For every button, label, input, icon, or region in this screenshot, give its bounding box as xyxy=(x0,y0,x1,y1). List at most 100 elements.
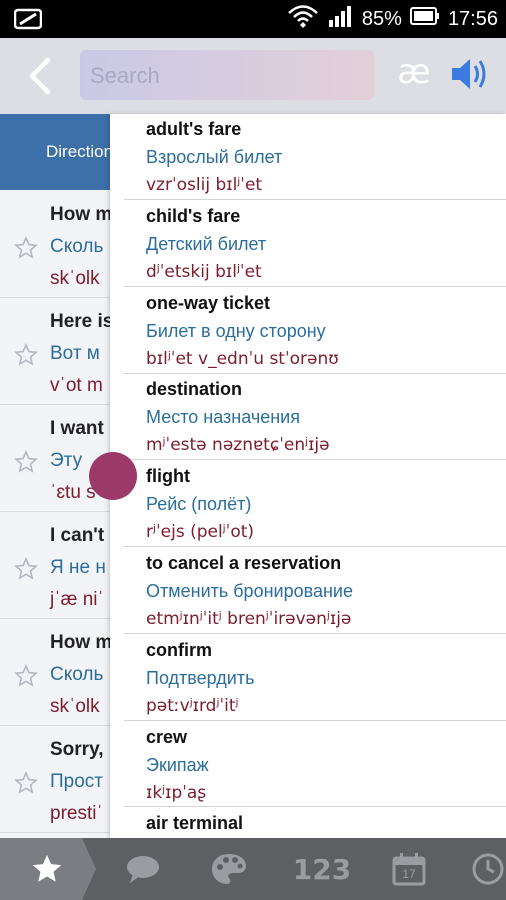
sim-card-icon xyxy=(13,8,43,35)
list-item[interactable]: I want Эту ˈɛtu s xyxy=(0,404,110,512)
suggestion-dropdown[interactable]: adult's fare Взрослый билет vzrˈoslij bɪ… xyxy=(110,114,506,838)
star-icon[interactable] xyxy=(14,664,38,688)
phrase-text: I want xyxy=(50,418,104,439)
suggestion-item[interactable]: child's fare Детский билет dʲˈetskij bɪl… xyxy=(110,201,506,287)
directions-header[interactable]: Direction xyxy=(0,114,114,190)
suggestion-russian: Рейс (полёт) xyxy=(146,494,252,514)
phonetic-text: ˈɛtu s xyxy=(50,482,96,503)
toolbar: æ xyxy=(0,38,506,114)
suggestion-item[interactable]: to cancel a reservation Отменить брониро… xyxy=(110,548,506,634)
suggestion-russian: Взрослый билет xyxy=(146,147,283,167)
suggestion-russian: Экипаж xyxy=(146,755,209,775)
russian-text: Сколь xyxy=(50,664,104,685)
divider xyxy=(124,806,506,807)
numbers-icon: 123 xyxy=(292,852,352,886)
suggestion-item[interactable]: confirm Подтвердить pətːvʲɪrdʲˈitʲ xyxy=(110,635,506,721)
russian-text: Я не н xyxy=(50,557,106,578)
list-item[interactable]: Here is Вот м vˈot m xyxy=(0,297,114,405)
suggestion-item[interactable]: flight Рейс (полёт) rʲˈejs (pelʲˈot) xyxy=(110,461,506,547)
speaker-icon xyxy=(452,59,486,89)
speaker-button[interactable] xyxy=(448,52,492,96)
suggestion-word: adult's fare xyxy=(146,119,242,139)
phrase-text: How m xyxy=(50,204,113,225)
star-icon[interactable] xyxy=(14,343,38,367)
tab-numbers[interactable]: 123 xyxy=(284,838,360,900)
suggestion-phonetic: rʲˈejs (pelʲˈot) xyxy=(146,522,255,542)
suggestion-russian: Место назначения xyxy=(146,407,300,427)
list-item[interactable]: I can't Я не н jˈæ niˈ xyxy=(0,511,110,619)
suggestion-phonetic: bɪlʲˈet v_ednˈu stˈorənʊ xyxy=(146,349,339,369)
phonetic-text: skˈolk xyxy=(50,268,100,289)
suggestion-item[interactable]: one-way ticket Билет в одну сторону bɪlʲ… xyxy=(110,288,506,374)
battery-percent: 85% xyxy=(361,7,402,30)
clock: 17:56 xyxy=(447,7,498,30)
suggestion-word: destination xyxy=(146,379,243,399)
phrase-text: I can't xyxy=(50,525,105,546)
suggestion-russian: Билет в одну сторону xyxy=(146,321,326,341)
suggestion-phonetic: mʲˈestə nəznɐtɕˈenʲɪjə xyxy=(146,435,330,455)
list-item[interactable]: Sorry, Прост prestiˈ xyxy=(0,725,110,833)
calendar-day: 17 xyxy=(402,867,416,881)
back-arrow-icon xyxy=(29,57,51,95)
star-icon[interactable] xyxy=(14,450,38,474)
russian-text: Эту xyxy=(50,450,83,471)
suggestion-phonetic: vzrˈoslij bɪlʲˈet xyxy=(146,175,263,195)
directions-header-label: Direction xyxy=(46,142,114,161)
bottom-tab-bar: 123 17 xyxy=(0,838,506,900)
suggestion-russian: Отменить бронирование xyxy=(146,581,353,601)
suggestion-word: crew xyxy=(146,727,188,747)
speech-bubble-icon xyxy=(127,856,159,883)
calendar-icon: 17 xyxy=(392,852,426,886)
russian-text: Сколь xyxy=(50,236,104,257)
suggestion-item[interactable]: adult's fare Взрослый билет vzrˈoslij bɪ… xyxy=(110,114,506,200)
suggestion-item[interactable]: air terminal xyxy=(110,808,506,838)
ipa-keyboard-button[interactable]: æ xyxy=(394,52,434,92)
suggestion-word: child's fare xyxy=(146,206,241,226)
phonetic-text: vˈot m xyxy=(50,375,103,396)
suggestion-phonetic: etmʲɪnʲˈitʲ brenʲˈirəvənʲɪjə xyxy=(146,609,352,629)
tab-palette[interactable] xyxy=(196,838,262,900)
phonetic-text: prestiˈ xyxy=(50,803,103,824)
phrase-text: How m xyxy=(50,632,113,653)
signal-icon xyxy=(328,4,354,34)
tab-calendar[interactable]: 17 xyxy=(384,838,434,900)
star-icon[interactable] xyxy=(14,771,38,795)
phrase-list: How m Сколь skˈolk Here is Вот м vˈot m … xyxy=(0,190,114,840)
phrase-text: Sorry, xyxy=(50,739,104,760)
suggestion-word: confirm xyxy=(146,640,213,660)
divider xyxy=(124,286,506,287)
status-bar: 85% 17:56 xyxy=(0,0,506,38)
star-icon xyxy=(32,854,62,882)
search-input[interactable] xyxy=(88,50,368,102)
divider xyxy=(124,720,506,721)
palette-icon xyxy=(212,854,246,884)
suggestion-word: air terminal xyxy=(146,813,244,833)
back-button[interactable] xyxy=(22,56,62,96)
divider xyxy=(124,633,506,634)
clock-icon xyxy=(472,853,504,885)
list-item[interactable]: How m Сколь skˈolk xyxy=(0,618,113,726)
suggestion-word: flight xyxy=(146,466,190,486)
suggestion-phonetic: pətːvʲɪrdʲˈitʲ xyxy=(146,696,239,716)
tab-history[interactable] xyxy=(470,838,506,900)
suggestion-phonetic: ɪkʲɪpˈaʂ xyxy=(146,783,207,803)
phrase-text: Here is xyxy=(50,311,114,332)
battery-icon xyxy=(409,6,440,32)
suggestion-russian: Подтвердить xyxy=(146,668,255,688)
tab-favorites[interactable] xyxy=(12,838,82,900)
suggestion-russian: Детский билет xyxy=(146,234,267,254)
phonetic-text: jˈæ niˈ xyxy=(50,589,104,610)
suggestion-phonetic: dʲˈetskij bɪlʲˈet xyxy=(146,262,262,282)
divider xyxy=(124,199,506,200)
list-item[interactable]: How m Сколь skˈolk xyxy=(0,190,113,298)
suggestion-item[interactable]: destination Место назначения mʲˈestə nəz… xyxy=(110,374,506,460)
fast-scroll-handle[interactable] xyxy=(89,452,137,500)
suggestion-word: one-way ticket xyxy=(146,293,271,313)
search-box xyxy=(80,50,374,102)
phonetic-text: skˈolk xyxy=(50,696,100,717)
star-icon[interactable] xyxy=(14,557,38,581)
star-icon[interactable] xyxy=(14,236,38,260)
suggestion-word: to cancel a reservation xyxy=(146,553,342,573)
tab-chat[interactable] xyxy=(110,838,176,900)
suggestion-item[interactable]: crew Экипаж ɪkʲɪpˈaʂ xyxy=(110,722,506,808)
